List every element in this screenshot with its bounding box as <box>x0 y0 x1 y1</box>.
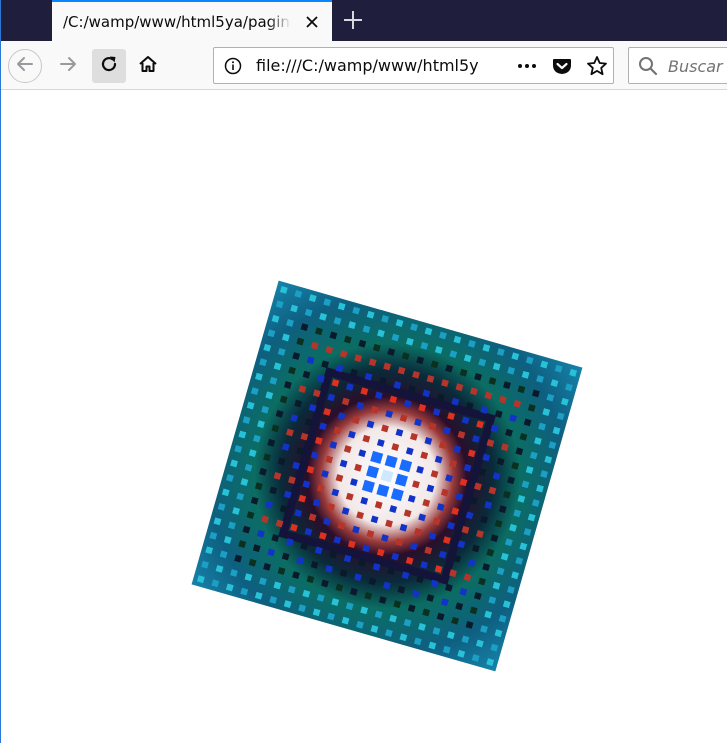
reload-icon <box>99 54 119 78</box>
search-bar[interactable]: Buscar <box>628 47 727 84</box>
browser-window: /C:/wamp/www/html5ya/pagina1.html <box>0 0 727 743</box>
forward-button[interactable] <box>51 49 85 83</box>
tab-title: /C:/wamp/www/html5ya/pagina1.html <box>63 13 291 31</box>
navigation-toolbar: file:///C:/wamp/www/html5y Buscar <box>1 41 727 90</box>
url-bar[interactable]: file:///C:/wamp/www/html5y <box>213 47 614 84</box>
star-icon[interactable] <box>586 55 608 77</box>
home-button[interactable] <box>131 49 165 83</box>
more-icon[interactable] <box>516 56 538 76</box>
close-icon[interactable] <box>304 14 320 30</box>
canvas-artwork <box>191 280 583 672</box>
search-input[interactable]: Buscar <box>668 57 723 76</box>
back-button[interactable] <box>8 49 42 83</box>
search-icon <box>638 56 658 76</box>
plus-icon[interactable] <box>342 9 364 31</box>
reload-button[interactable] <box>92 49 126 83</box>
active-tab[interactable]: /C:/wamp/www/html5ya/pagina1.html <box>52 0 332 41</box>
tab-strip: /C:/wamp/www/html5ya/pagina1.html <box>1 0 727 41</box>
url-text[interactable]: file:///C:/wamp/www/html5y <box>256 56 506 75</box>
pocket-icon[interactable] <box>552 56 572 76</box>
forward-arrow-icon <box>58 54 78 78</box>
page-content <box>1 90 727 743</box>
back-arrow-icon <box>15 54 35 78</box>
home-icon <box>138 54 158 78</box>
info-icon[interactable] <box>224 57 242 75</box>
